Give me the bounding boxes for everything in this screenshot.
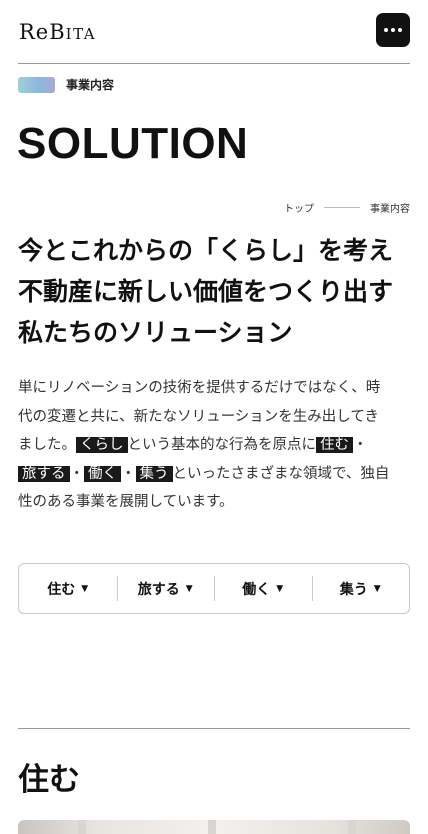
- photo-detail: [208, 820, 216, 834]
- logo-suffix: ITA: [65, 25, 97, 43]
- paragraph-line: 旅する・働く・集う といったさまざまな領域で、独自: [18, 460, 412, 489]
- tab-label: 住む: [47, 581, 76, 598]
- more-dots-icon: [384, 28, 388, 32]
- tab-tsudou[interactable]: 集う ▼: [311, 576, 410, 601]
- logo-prefix: ReB: [19, 20, 66, 44]
- header: ReBITA: [0, 0, 428, 64]
- caret-down-icon: ▼: [276, 583, 284, 594]
- text: といったさまざまな領域で、独自: [172, 465, 390, 482]
- section-color-swatch: [18, 76, 55, 93]
- section-heading-sumu: 住む: [18, 762, 80, 798]
- highlight-sumu: 住む: [316, 437, 353, 453]
- caret-down-icon: ▼: [373, 583, 381, 594]
- breadcrumb-home-link[interactable]: トップ: [284, 200, 314, 215]
- text: ました。: [18, 437, 76, 453]
- paragraph-line: ました。 くらし という基本的な行為を原点に 住む・: [18, 431, 412, 460]
- logo[interactable]: ReBITA: [19, 20, 96, 44]
- text: という基本的な行為を原点に: [127, 437, 317, 453]
- breadcrumb: トップ 事業内容: [284, 200, 410, 215]
- paragraph-line: 代の変遷と共に、新たなソリューションを生み出してき: [18, 408, 379, 425]
- section-tag: 事業内容: [18, 76, 114, 93]
- text: ・: [69, 465, 85, 482]
- text: ・: [353, 437, 368, 453]
- intro-paragraph: 単にリノベーションの技術を提供するだけではなく、時 代の変遷と共に、新たなソリュ…: [18, 374, 412, 517]
- headline-line: 不動産に新しい価値をつくり出す: [18, 277, 394, 306]
- highlight-kurashi: くらし: [76, 437, 128, 453]
- caret-down-icon: ▼: [185, 583, 193, 594]
- tab-hataraku[interactable]: 働く ▼: [214, 576, 312, 601]
- headline: 今とこれからの「くらし」を考え 不動産に新しい価値をつくり出す 私たちのソリュー…: [18, 230, 418, 353]
- page-title: SOLUTION: [17, 119, 249, 168]
- paragraph-line: 単にリノベーションの技術を提供するだけではなく、時: [18, 380, 381, 396]
- headline-line: 私たちのソリューション: [18, 318, 293, 347]
- category-tabs: 住む ▼ 旅する ▼ 働く ▼ 集う ▼: [18, 563, 410, 614]
- tab-tabisuru[interactable]: 旅する ▼: [116, 576, 215, 601]
- text: ・: [121, 465, 136, 482]
- breadcrumb-current: 事業内容: [370, 204, 410, 215]
- highlight-tabisuru: 旅する: [18, 465, 70, 482]
- headline-line: 今とこれからの「くらし」を考え: [18, 236, 394, 265]
- highlight-tsudou: 集う: [135, 465, 173, 482]
- breadcrumb-separator: [324, 207, 360, 208]
- paragraph-line: 性のある事業を展開しています。: [18, 494, 234, 510]
- divider: [18, 728, 410, 729]
- highlight-hataraku: 働く: [84, 465, 121, 482]
- tab-label: 集う: [339, 581, 368, 598]
- tab-sumu[interactable]: 住む ▼: [19, 576, 117, 601]
- tab-label: 旅する: [137, 581, 180, 598]
- tab-label: 働く: [242, 581, 271, 598]
- section-label: 事業内容: [66, 78, 115, 92]
- caret-down-icon: ▼: [81, 583, 89, 594]
- section-photo: [18, 820, 410, 834]
- divider: [18, 63, 410, 64]
- more-dots-icon: [398, 28, 402, 32]
- photo-detail: [78, 820, 86, 834]
- menu-button[interactable]: [376, 13, 410, 47]
- more-dots-icon: [391, 28, 395, 32]
- photo-detail: [348, 820, 356, 834]
